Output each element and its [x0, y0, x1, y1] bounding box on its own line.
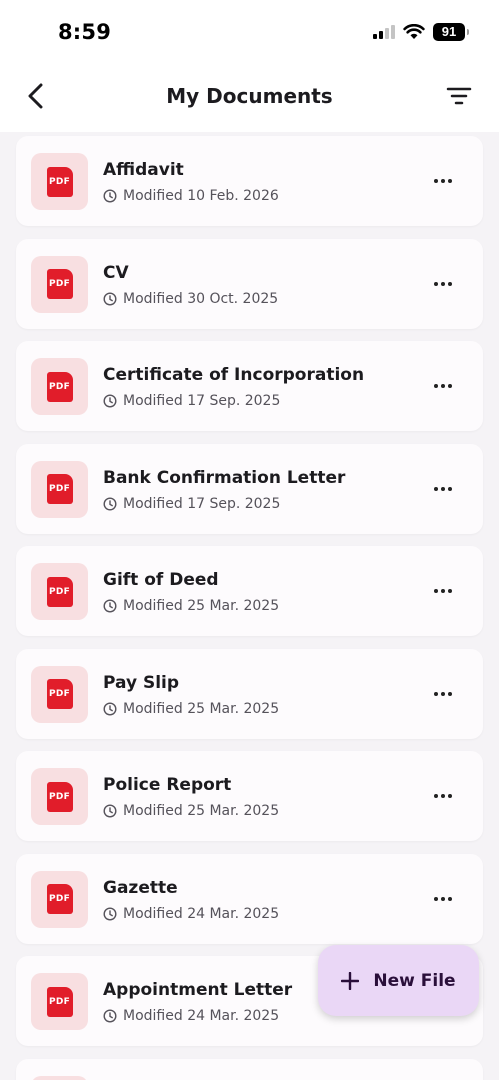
more-options-button[interactable] — [429, 377, 457, 395]
filter-icon — [446, 87, 472, 105]
clock-icon — [103, 906, 117, 921]
document-modified: Modified 17 Sep. 2025 — [103, 393, 280, 409]
modified-date: Modified 10 Feb. 2026 — [123, 188, 279, 204]
document-card[interactable]: PDF Gazette Modified 24 Mar. 2025 — [16, 853, 483, 944]
document-modified: Modified 17 Sep. 2025 — [103, 496, 280, 512]
pdf-file-icon: PDF — [31, 153, 88, 210]
pdf-file-icon: PDF — [31, 255, 88, 313]
document-name: Appointment Letter — [103, 980, 293, 1000]
status-time: 8:59 — [58, 20, 112, 44]
pdf-file-icon: PDF — [31, 563, 88, 620]
pdf-badge-label: PDF — [48, 791, 71, 802]
document-card[interactable]: PDF Pay Slip Modified 25 Mar. 2025 — [16, 648, 483, 739]
app-bar: My Documents — [0, 64, 499, 132]
modified-date: Modified 30 Oct. 2025 — [123, 290, 279, 307]
modified-date: Modified 24 Mar. 2025 — [123, 1008, 280, 1024]
battery-icon: 91 — [433, 23, 469, 41]
new-file-label: New File — [373, 970, 456, 991]
document-name: Gift of Deed — [103, 570, 219, 590]
document-name: Affidavit — [103, 160, 184, 180]
clock-icon — [103, 1009, 117, 1023]
document-modified: Modified 25 Mar. 2025 — [103, 598, 279, 614]
pdf-badge-label: PDF — [48, 279, 71, 289]
pdf-file-icon: PDF — [31, 870, 88, 928]
pdf-badge-label: PDF — [48, 484, 71, 494]
modified-date: Modified 25 Mar. 2025 — [123, 598, 280, 614]
clock-icon — [103, 599, 117, 613]
document-modified: Modified 24 Mar. 2025 — [103, 1008, 279, 1024]
more-options-button[interactable] — [429, 685, 457, 703]
modified-date: Modified 25 Mar. 2025 — [123, 700, 280, 717]
pdf-file-icon: PDF — [31, 358, 88, 415]
document-name: CV — [103, 262, 129, 283]
pdf-badge-label: PDF — [48, 894, 71, 904]
pdf-file-icon: PDF — [31, 460, 88, 518]
document-name: Gazette — [103, 877, 178, 898]
document-name: Pay Slip — [103, 672, 180, 693]
document-card[interactable]: PDF Affidavit Modified 10 Feb. 2026 — [16, 136, 483, 226]
pdf-badge-label: PDF — [48, 586, 71, 597]
page-title: My Documents — [166, 84, 333, 108]
more-options-button[interactable] — [429, 172, 457, 190]
pdf-file-icon: PDF — [31, 768, 88, 825]
document-modified: Modified 24 Mar. 2025 — [103, 906, 279, 922]
document-modified: Modified 10 Feb. 2026 — [103, 188, 279, 204]
clock-icon — [103, 189, 117, 203]
pdf-file-icon: PDF — [31, 973, 88, 1030]
document-card-partial[interactable] — [16, 1058, 483, 1080]
plus-icon — [341, 971, 360, 990]
cellular-signal-icon — [373, 25, 395, 39]
more-options-button[interactable] — [429, 480, 457, 498]
new-file-button[interactable]: New File — [318, 945, 479, 1016]
document-card[interactable]: PDF CV Modified 30 Oct. 2025 — [16, 238, 483, 329]
modified-date: Modified 17 Sep. 2025 — [123, 495, 281, 512]
wifi-icon — [403, 24, 425, 39]
more-options-button[interactable] — [429, 582, 457, 600]
more-options-button[interactable] — [429, 890, 457, 908]
pdf-badge-label: PDF — [48, 996, 71, 1007]
clock-icon — [103, 394, 117, 408]
pdf-badge-label: PDF — [48, 689, 71, 699]
document-modified: Modified 25 Mar. 2025 — [103, 803, 279, 819]
clock-icon — [103, 291, 117, 306]
modified-date: Modified 25 Mar. 2025 — [123, 803, 280, 819]
filter-button[interactable] — [441, 78, 477, 114]
more-options-button[interactable] — [429, 275, 457, 293]
document-modified: Modified 25 Mar. 2025 — [103, 701, 279, 717]
pdf-file-icon — [31, 1075, 88, 1080]
document-modified: Modified 30 Oct. 2025 — [103, 291, 278, 307]
clock-icon — [103, 701, 117, 716]
pdf-badge-label: PDF — [48, 176, 71, 187]
pdf-file-icon: PDF — [31, 665, 88, 723]
clock-icon — [103, 496, 117, 511]
document-name: Bank Confirmation Letter — [103, 467, 346, 488]
modified-date: Modified 24 Mar. 2025 — [123, 905, 280, 922]
modified-date: Modified 17 Sep. 2025 — [123, 393, 281, 409]
system-icons: 91 — [373, 23, 469, 41]
document-card[interactable]: PDF Certificate of Incorporation Modified … — [16, 341, 483, 431]
more-options-button[interactable] — [429, 787, 457, 805]
document-name: Police Report — [103, 775, 232, 795]
document-name: Certificate of Incorporation — [103, 365, 365, 385]
document-card[interactable]: PDF Gift of Deed Modified 25 Mar. 2025 — [16, 546, 483, 636]
document-card[interactable]: PDF Bank Confirmation Letter Modified 17 S… — [16, 443, 483, 534]
clock-icon — [103, 804, 117, 818]
document-card[interactable]: PDF Police Report Modified 25 Mar. 2025 — [16, 751, 483, 841]
status-bar: 8:59 91 — [0, 0, 499, 64]
pdf-badge-label: PDF — [48, 381, 71, 392]
